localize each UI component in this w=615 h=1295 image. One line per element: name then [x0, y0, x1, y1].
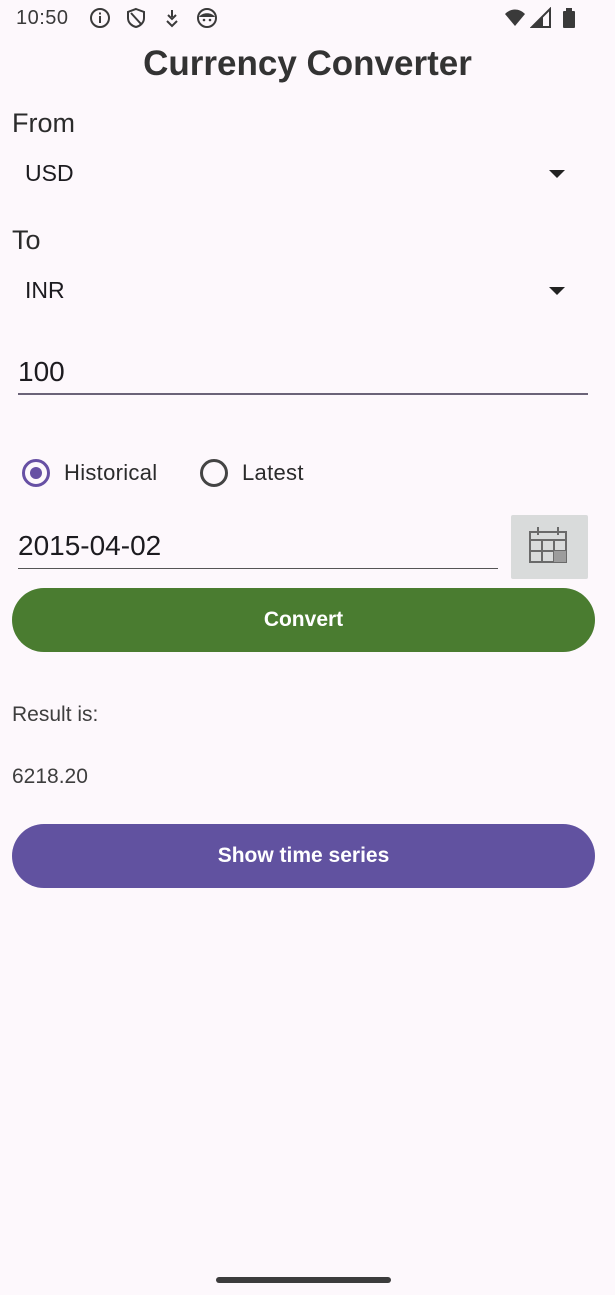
show-time-series-button[interactable]: Show time series — [12, 824, 595, 888]
signal-icon — [530, 7, 551, 28]
chevron-down-icon — [549, 287, 565, 295]
result-value: 6218.20 — [12, 765, 88, 788]
from-label: From — [12, 108, 75, 138]
radio-historical-label: Historical — [64, 460, 158, 485]
battery-icon — [563, 8, 575, 28]
date-input[interactable]: 2015-04-02 — [18, 530, 496, 564]
to-currency-dropdown[interactable]: INR — [12, 267, 584, 315]
page-title: Currency Converter — [143, 44, 472, 83]
result-label: Result is: — [12, 703, 99, 726]
amount-input[interactable]: 100 — [18, 356, 588, 390]
to-label: To — [12, 225, 41, 255]
convert-button[interactable]: Convert — [12, 588, 595, 652]
to-currency-value: INR — [25, 277, 65, 303]
radio-selected-dot — [30, 467, 42, 479]
download-icon — [166, 10, 178, 28]
calendar-icon — [529, 527, 567, 563]
amount-underline — [18, 393, 588, 395]
chevron-down-icon — [549, 170, 565, 178]
gesture-nav-handle[interactable] — [216, 1277, 391, 1283]
face-icon — [197, 8, 217, 28]
radio-latest[interactable]: Latest — [200, 456, 304, 490]
radio-latest-circle[interactable] — [200, 459, 228, 487]
wifi-icon — [505, 9, 525, 26]
date-picker-button[interactable] — [511, 515, 588, 579]
status-bar: 10:50 — [0, 0, 615, 38]
from-currency-value: USD — [25, 160, 74, 186]
radio-latest-label: Latest — [242, 460, 304, 485]
status-time: 10:50 — [16, 7, 69, 29]
date-underline — [18, 568, 498, 569]
info-icon — [90, 8, 110, 28]
radio-historical[interactable]: Historical — [22, 456, 157, 490]
from-currency-dropdown[interactable]: USD — [12, 150, 584, 198]
shield-icon — [127, 7, 145, 29]
radio-historical-circle[interactable] — [22, 459, 50, 487]
